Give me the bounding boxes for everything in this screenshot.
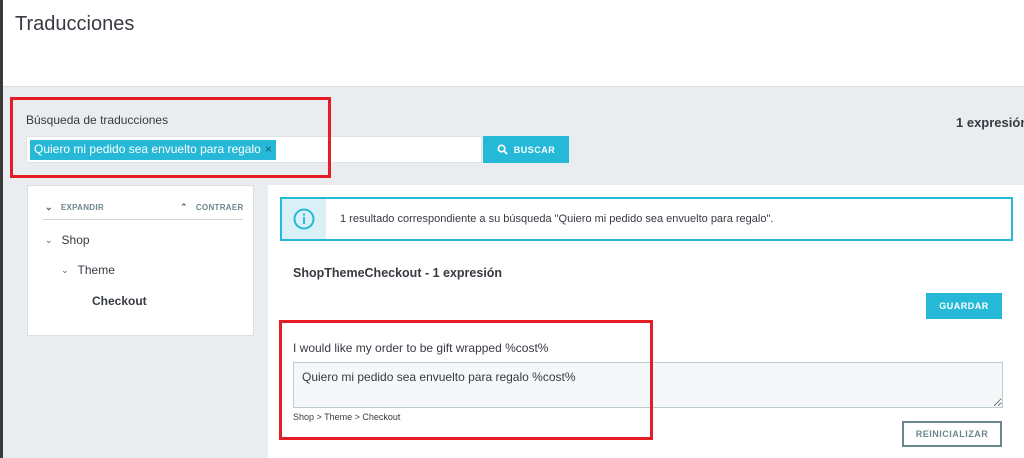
chevron-down-icon: ⌄	[61, 264, 69, 275]
section-title: ShopThemeCheckout - 1 expresión	[293, 266, 503, 280]
search-icon	[497, 144, 508, 155]
tree-item-label: Shop	[61, 233, 90, 247]
collapse-label: CONTRAER	[195, 203, 244, 212]
tree-item-label: Checkout	[92, 294, 147, 308]
search-button[interactable]: BUSCAR	[483, 136, 569, 163]
tree-item-theme[interactable]: ⌄ Theme	[61, 263, 115, 277]
save-button[interactable]: GUARDAR	[926, 293, 1002, 319]
tree-panel: ⌄ EXPANDIR ⌃ CONTRAER ⌄ Shop ⌄ Theme Che…	[27, 185, 254, 336]
expand-label: EXPANDIR	[60, 203, 104, 212]
expand-button[interactable]: ⌄ EXPANDIR	[45, 202, 104, 213]
highlight-box-search	[10, 97, 331, 178]
collapse-button[interactable]: ⌃ CONTRAER	[180, 202, 244, 213]
alert-message: 1 resultado correspondiente a su búsqued…	[340, 213, 774, 225]
tree-item-checkout[interactable]: Checkout	[92, 294, 147, 308]
expression-count: 1 expresión	[956, 115, 1024, 130]
tree-item-label: Theme	[77, 263, 115, 277]
info-icon	[293, 208, 315, 230]
reset-button[interactable]: REINICIALIZAR	[902, 421, 1002, 447]
tree-item-shop[interactable]: ⌄ Shop	[45, 233, 90, 247]
page-header: Traducciones	[3, 0, 1024, 87]
highlight-box-translation	[279, 320, 653, 440]
info-alert: 1 resultado correspondiente a su búsqued…	[280, 197, 1013, 241]
chevron-up-icon: ⌃	[180, 202, 188, 212]
chevron-down-icon: ⌄	[45, 202, 53, 212]
page-title: Traducciones	[15, 13, 135, 35]
search-button-label: BUSCAR	[513, 144, 556, 155]
chevron-down-icon: ⌄	[45, 234, 53, 245]
tree-toolbar: ⌄ EXPANDIR ⌃ CONTRAER	[43, 200, 243, 220]
alert-icon-container	[282, 199, 326, 239]
